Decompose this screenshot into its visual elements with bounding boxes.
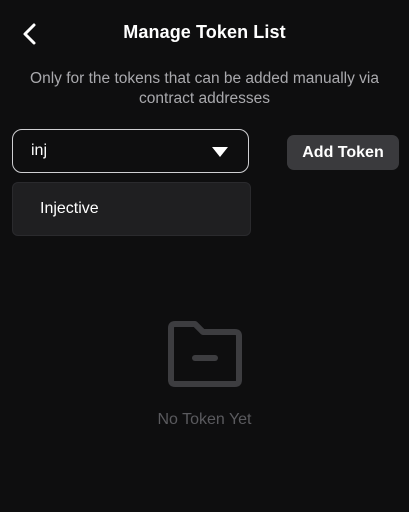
manage-token-list-screen: Manage Token List Only for the tokens th… bbox=[0, 0, 409, 512]
empty-state: No Token Yet bbox=[0, 318, 409, 429]
add-token-button[interactable]: Add Token bbox=[287, 135, 399, 170]
page-subtitle: Only for the tokens that can be added ma… bbox=[30, 70, 379, 107]
dropdown-option-injective[interactable]: Injective bbox=[13, 183, 250, 235]
token-search-select[interactable]: inj bbox=[12, 129, 249, 173]
token-dropdown-menu: Injective bbox=[12, 182, 251, 236]
empty-state-text: No Token Yet bbox=[157, 411, 252, 428]
header: Manage Token List bbox=[0, 0, 409, 70]
folder-icon bbox=[165, 318, 245, 390]
token-search-value: inj bbox=[31, 142, 48, 159]
page-title: Manage Token List bbox=[123, 22, 286, 42]
caret-down-icon bbox=[212, 147, 228, 157]
